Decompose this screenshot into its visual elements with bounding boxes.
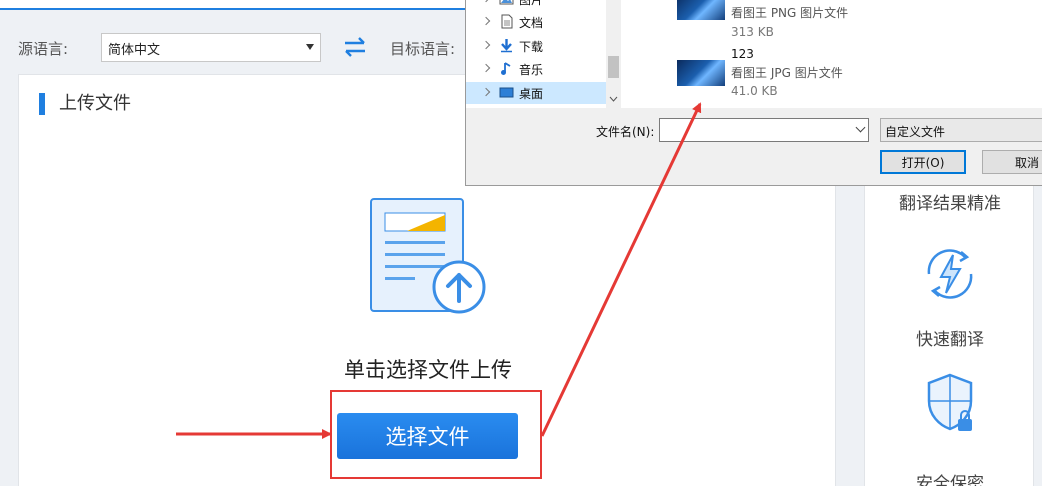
music-icon: [501, 62, 511, 75]
file-row-jpg[interactable]: 123 看图王 JPG 图片文件 41.0 KB: [731, 47, 1031, 98]
filetype-select[interactable]: 自定义文件: [880, 118, 1042, 142]
source-language-value: 简体中文: [108, 43, 161, 58]
upload-title: 上传文件: [39, 93, 131, 115]
chevron-right-icon[interactable]: [481, 0, 491, 3]
upload-hint-prefix: 单击选择文件: [344, 358, 470, 382]
feature-fast-label: 快速翻译: [916, 330, 984, 350]
nav-item-label: 下载: [519, 40, 544, 54]
source-language-select[interactable]: 简体中文: [101, 33, 321, 62]
chevron-down-icon[interactable]: [855, 122, 866, 133]
feature-accurate-label: 翻译结果精准: [899, 194, 1001, 214]
features-panel: 翻译结果精准 快速翻译 安全保密: [864, 168, 1034, 486]
annotation-highlight-box: [330, 390, 542, 479]
pictures-icon: [499, 0, 514, 5]
document-upload-icon: [370, 198, 486, 314]
desktop-icon: [499, 87, 514, 98]
chevron-down-icon[interactable]: [609, 96, 618, 102]
file-open-dialog: 图片 文档 下载 音乐 桌面 看图王 PNG 图片文件 313 KB 123 看…: [465, 0, 1042, 186]
chevron-down-icon: [306, 44, 314, 50]
nav-item-label: 文档: [519, 16, 544, 30]
dialog-nav-pane: 图片 文档 下载 音乐 桌面: [466, 0, 621, 108]
upload-hint: 单击选择文件上传: [19, 354, 837, 384]
nav-item-pictures[interactable]: 图片: [466, 0, 606, 10]
nav-item-downloads[interactable]: 下载: [466, 35, 606, 57]
swap-icon[interactable]: [342, 36, 368, 58]
upload-hint-suffix: 上传: [470, 358, 512, 382]
chevron-right-icon[interactable]: [481, 16, 491, 26]
documents-icon: [501, 14, 513, 29]
dialog-file-list: 看图王 PNG 图片文件 313 KB 123 看图王 JPG 图片文件 41.…: [621, 0, 1042, 108]
file-type: 看图王 JPG 图片文件: [731, 66, 843, 80]
lightning-icon: [927, 249, 973, 299]
nav-item-label: 桌面: [519, 87, 544, 101]
nav-item-desktop[interactable]: 桌面: [466, 82, 606, 104]
nav-item-label: 音乐: [519, 63, 544, 77]
nav-scrollbar[interactable]: [606, 0, 621, 108]
target-language-label: 目标语言:: [390, 40, 456, 58]
file-thumbnail: [677, 0, 725, 20]
file-size: 313 KB: [731, 25, 774, 39]
file-thumbnail: [677, 60, 725, 86]
nav-item-documents[interactable]: 文档: [466, 11, 606, 33]
translator-page: 源语言: 简体中文 目标语言: 上传文件 单击选择文件上传 选择文件 翻译结果精…: [0, 0, 1042, 486]
file-type: 看图王 PNG 图片文件: [731, 6, 849, 20]
nav-item-label: 图片: [519, 0, 544, 7]
shield-lock-icon: [927, 373, 973, 431]
filename-label: 文件名(N):: [596, 125, 655, 139]
file-name: 123: [731, 47, 754, 61]
filetype-value: 自定义文件: [885, 125, 946, 139]
cancel-button[interactable]: 取消: [982, 150, 1042, 174]
downloads-icon: [501, 39, 512, 53]
file-size: 41.0 KB: [731, 84, 778, 98]
nav-item-music[interactable]: 音乐: [466, 58, 606, 80]
filename-input[interactable]: [659, 118, 869, 142]
file-row-png[interactable]: 看图王 PNG 图片文件 313 KB: [731, 4, 1031, 39]
chevron-right-icon[interactable]: [481, 63, 491, 73]
feature-secure-label: 安全保密: [916, 474, 984, 486]
source-language-label: 源语言:: [18, 40, 69, 58]
chevron-right-icon[interactable]: [481, 40, 491, 50]
nav-scrollbar-thumb[interactable]: [608, 56, 619, 78]
chevron-right-icon[interactable]: [481, 87, 491, 97]
open-button[interactable]: 打开(O): [880, 150, 966, 174]
